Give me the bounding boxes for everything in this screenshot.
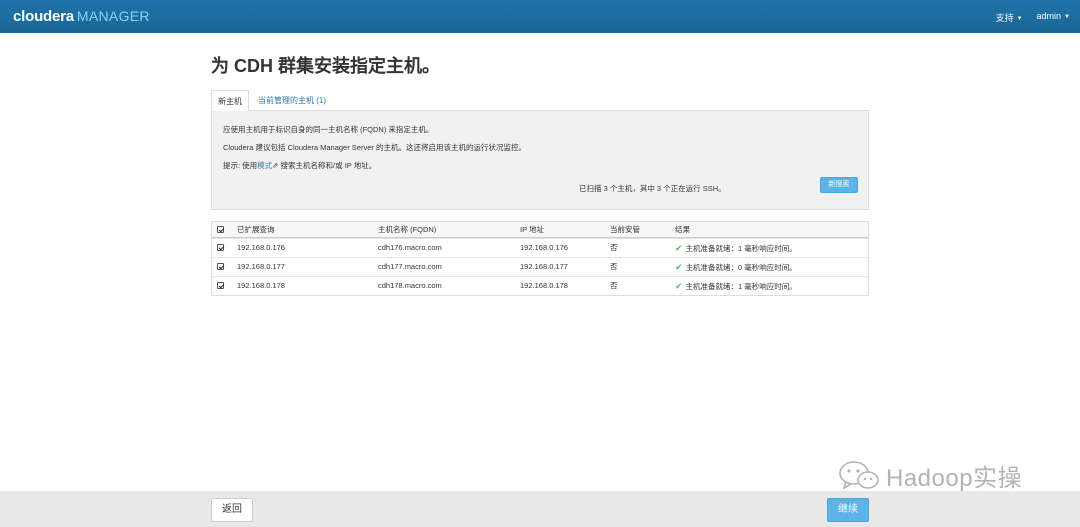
table-row[interactable]: 192.168.0.178 cdh178.macro.com 192.168.0… bbox=[212, 276, 868, 295]
pattern-link[interactable]: 模式 bbox=[257, 161, 272, 170]
row-checkbox[interactable] bbox=[217, 239, 224, 257]
info-hint: 提示: 使用模式⇗ 搜索主机名称和/或 IP 地址。 bbox=[223, 160, 376, 171]
footer-bar: 返回 继续 bbox=[0, 491, 1080, 527]
host-tabs: 新主机 当前管理的主机 (1) bbox=[211, 90, 869, 112]
new-search-button[interactable]: 新搜索 bbox=[820, 177, 858, 193]
info-line-1: 应使用主机用于标识自身的同一主机名称 (FQDN) 来指定主机。 bbox=[223, 125, 434, 134]
header-ip: IP 地址 bbox=[520, 225, 545, 234]
cell-ip: 192.168.0.178 bbox=[520, 281, 568, 290]
check-icon: ✔ bbox=[675, 281, 683, 291]
support-menu-label: 支持 bbox=[995, 13, 1014, 23]
result-text: 主机准备就绪：1 毫秒响应时间。 bbox=[685, 244, 797, 253]
host-table: 已扩展查询 主机名称 (FQDN) IP 地址 当前安管 结果 192.168.… bbox=[211, 221, 869, 296]
continue-button[interactable]: 继续 bbox=[827, 498, 869, 522]
cell-managed: 否 bbox=[610, 262, 618, 271]
cloudera-manager-logo[interactable]: cloudera MANAGER bbox=[13, 8, 150, 25]
cell-query: 192.168.0.178 bbox=[237, 281, 285, 290]
user-menu-label: admin bbox=[1036, 11, 1062, 21]
checkbox-checked-icon bbox=[217, 282, 224, 289]
cell-query: 192.168.0.177 bbox=[237, 262, 285, 271]
cell-fqdn: cdh176.macro.com bbox=[378, 243, 442, 252]
row-checkbox[interactable] bbox=[217, 258, 224, 276]
tab-new-hosts[interactable]: 新主机 bbox=[211, 90, 249, 112]
table-row[interactable]: 192.168.0.177 cdh177.macro.com 192.168.0… bbox=[212, 257, 868, 276]
cell-result: ✔ 主机准备就绪：1 毫秒响应时间。 bbox=[675, 239, 797, 258]
check-icon: ✔ bbox=[675, 243, 683, 253]
watermark-text: Hadoop实操 bbox=[886, 465, 1023, 492]
cell-ip: 192.168.0.177 bbox=[520, 262, 568, 271]
cell-fqdn: cdh177.macro.com bbox=[378, 262, 442, 271]
brand-sub: MANAGER bbox=[76, 8, 150, 24]
hint-suffix: 搜索主机名称和/或 IP 地址。 bbox=[278, 161, 377, 170]
brand-main: cloudera bbox=[13, 8, 74, 25]
cell-result: ✔ 主机准备就绪：0 毫秒响应时间。 bbox=[675, 258, 797, 277]
user-menu[interactable]: admin ▼ bbox=[1037, 11, 1070, 24]
header-fqdn: 主机名称 (FQDN) bbox=[378, 225, 437, 234]
result-text: 主机准备就绪：1 毫秒响应时间。 bbox=[685, 282, 797, 291]
checkbox-checked-icon bbox=[217, 226, 224, 233]
wechat-icon bbox=[839, 460, 879, 490]
back-button[interactable]: 返回 bbox=[211, 498, 253, 522]
top-navbar: cloudera MANAGER 支持 ▼ admin ▼ bbox=[0, 0, 1080, 33]
header-managed: 当前安管 bbox=[610, 225, 640, 234]
checkbox-checked-icon bbox=[217, 263, 224, 270]
checkbox-checked-icon bbox=[217, 244, 224, 251]
hint-prefix: 提示: 使用 bbox=[223, 161, 258, 170]
header-result: 结果 bbox=[675, 225, 690, 234]
support-menu[interactable]: 支持 ▼ bbox=[996, 11, 1023, 24]
info-line-2: Cloudera 建议包括 Cloudera Manager Server 的主… bbox=[223, 143, 526, 152]
caret-down-icon: ▼ bbox=[1064, 14, 1070, 20]
check-icon: ✔ bbox=[675, 262, 683, 272]
header-query: 已扩展查询 bbox=[237, 225, 275, 234]
scan-status: 已扫描 3 个主机，其中 3 个正在运行 SSH。 bbox=[579, 184, 726, 193]
search-info-panel: 应使用主机用于标识自身的同一主机名称 (FQDN) 来指定主机。 Clouder… bbox=[211, 111, 869, 210]
watermark: Hadoop实操 bbox=[838, 458, 1022, 493]
cell-query: 192.168.0.176 bbox=[237, 243, 285, 252]
tab-managed-hosts[interactable]: 当前管理的主机 (1) bbox=[252, 90, 332, 111]
nav-right: 支持 ▼ admin ▼ bbox=[996, 11, 1070, 24]
cell-result: ✔ 主机准备就绪：1 毫秒响应时间。 bbox=[675, 277, 797, 296]
cell-managed: 否 bbox=[610, 243, 618, 252]
select-all-checkbox[interactable] bbox=[217, 222, 224, 237]
table-header: 已扩展查询 主机名称 (FQDN) IP 地址 当前安管 结果 bbox=[212, 222, 868, 238]
row-checkbox[interactable] bbox=[217, 277, 224, 295]
page-title: 为 CDH 群集安装指定主机。 bbox=[211, 56, 440, 76]
result-text: 主机准备就绪：0 毫秒响应时间。 bbox=[685, 263, 797, 272]
cell-ip: 192.168.0.176 bbox=[520, 243, 568, 252]
cell-fqdn: cdh178.macro.com bbox=[378, 281, 442, 290]
cell-managed: 否 bbox=[610, 281, 618, 290]
table-row[interactable]: 192.168.0.176 cdh176.macro.com 192.168.0… bbox=[212, 238, 868, 257]
caret-down-icon: ▼ bbox=[1016, 16, 1023, 22]
